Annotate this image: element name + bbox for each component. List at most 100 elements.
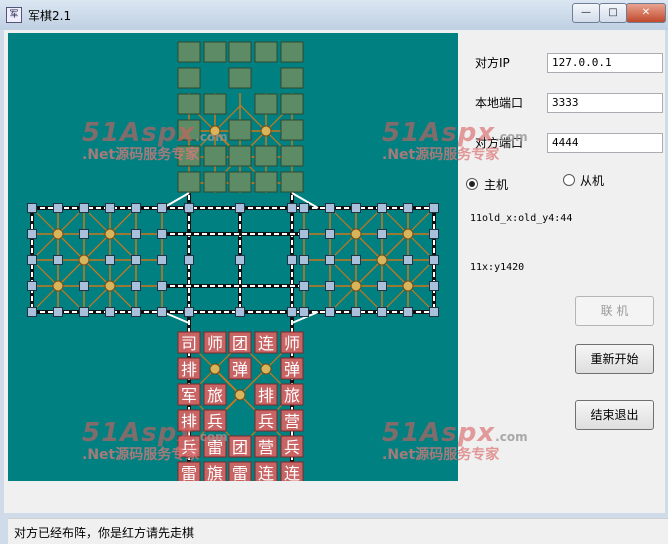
hidden-piece [203,171,227,193]
station [429,203,439,213]
red-piece-label: 弹 [284,360,300,379]
status-text: 对方已经布阵，你是红方请先走棋 [14,526,195,540]
info-coords: 11x:y1420 [470,262,525,273]
station [27,307,37,317]
station [131,255,141,265]
hidden-piece [280,93,304,115]
station [235,203,245,213]
station [27,281,37,291]
red-piece-label: 旗 [207,464,223,481]
peer-ip-input[interactable] [547,53,663,73]
camp [402,280,414,292]
hidden-piece [280,119,304,141]
hidden-piece [228,119,252,141]
camp [350,228,362,240]
status-bar: 对方已经布阵，你是红方请先走棋 [8,518,668,544]
minimize-button[interactable]: — [572,3,600,23]
red-piece-label: 兵 [258,412,274,431]
station [377,307,387,317]
station [157,307,167,317]
station [287,307,297,317]
station [351,203,361,213]
station [299,281,309,291]
hidden-piece [254,145,278,167]
station [131,281,141,291]
red-piece-label: 雷 [207,438,223,457]
station [325,229,335,239]
camp [52,228,64,240]
red-piece-label: 排 [181,412,197,431]
game-board[interactable]: 司师团连师排弹弹军旅排旅排兵兵营兵雷团营兵雷旗雷连连 [8,33,458,481]
station [287,203,297,213]
red-piece-label: 旅 [284,386,300,405]
station [429,229,439,239]
red-piece-label: 兵 [284,438,300,457]
camp [104,228,116,240]
station [351,307,361,317]
hidden-piece [203,41,227,63]
station [403,255,413,265]
station [157,281,167,291]
station [299,229,309,239]
hidden-piece [280,145,304,167]
peer-port-label: 对方端口 [475,136,524,150]
station [351,255,361,265]
station [403,307,413,317]
camp [234,389,246,401]
red-piece-label: 兵 [207,412,223,431]
red-piece-label: 师 [284,334,300,353]
quit-button[interactable]: 结束退出 [575,400,654,430]
peer-port-input[interactable] [547,133,663,153]
host-label: 主机 [484,178,509,192]
station [105,203,115,213]
camp [209,125,221,137]
red-piece-label: 连 [258,464,274,481]
hidden-piece [177,67,201,89]
station [53,255,63,265]
client-radio[interactable] [563,174,575,186]
station [235,255,245,265]
connect-button[interactable]: 联 机 [575,296,654,326]
red-piece-label: 营 [284,412,300,431]
station [157,203,167,213]
station [429,307,439,317]
host-radio[interactable] [466,178,478,190]
red-piece-label: 团 [232,334,248,353]
station [325,203,335,213]
red-piece-label: 雷 [181,464,197,481]
maximize-button[interactable]: □ [599,3,627,23]
camp [78,254,90,266]
camp [260,363,272,375]
window-title: 军棋2.1 [28,9,72,23]
station [79,307,89,317]
restart-button[interactable]: 重新开始 [575,344,654,374]
station [377,281,387,291]
hidden-piece [254,171,278,193]
local-port-label: 本地端口 [475,96,524,110]
hidden-piece [228,41,252,63]
station [184,203,194,213]
station [429,255,439,265]
station [429,281,439,291]
station [79,229,89,239]
station [131,307,141,317]
hidden-piece [228,171,252,193]
station [184,307,194,317]
station [299,203,309,213]
station [131,203,141,213]
close-button[interactable]: ✕ [626,3,666,23]
red-piece-label: 营 [258,438,274,457]
hidden-piece [177,93,201,115]
title-bar[interactable]: 军 军棋2.1 — □ ✕ [0,0,668,30]
station [325,255,335,265]
red-piece-label: 弹 [232,360,248,379]
local-port-input[interactable] [547,93,663,113]
station [105,255,115,265]
red-piece-label: 排 [258,386,274,405]
camp [104,280,116,292]
station [325,281,335,291]
red-piece-label: 司 [181,334,197,353]
info-old-coords: 11old_x:old_y4:44 [470,213,573,224]
red-piece-label: 旅 [207,386,223,405]
hidden-piece [177,41,201,63]
